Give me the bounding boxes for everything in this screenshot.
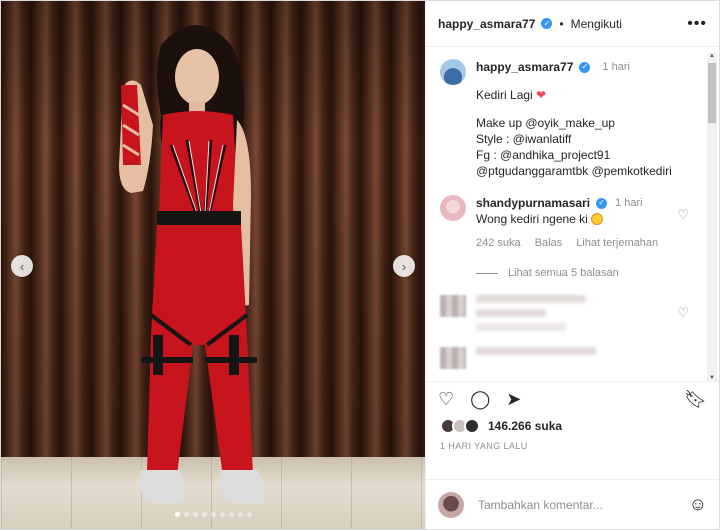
carousel-indicator — [1, 512, 425, 517]
carousel-dot — [192, 512, 198, 517]
avatar[interactable] — [440, 59, 466, 85]
verified-badge-icon: ✓ — [579, 61, 591, 73]
heart-outline-icon[interactable]: ♡ — [438, 390, 454, 408]
avatar — [440, 295, 466, 317]
post-side-panel: happy_asmara77 ✓ • Mengikuti ••• happy_a… — [425, 1, 719, 529]
likes-summary[interactable]: 146.266 suka — [426, 415, 719, 437]
carousel-dot — [246, 512, 252, 517]
carousel-dot — [183, 512, 189, 517]
scrollbar-thumb[interactable] — [708, 63, 716, 123]
heart-outline-icon[interactable]: ♡ — [677, 305, 689, 321]
scroll-down-icon[interactable]: ▼ — [708, 375, 716, 381]
comment-username[interactable]: shandypurnamasari — [476, 195, 590, 211]
avatar[interactable] — [440, 195, 466, 221]
bookmark-icon[interactable]: 🔖︎ — [684, 390, 707, 408]
previous-arrow-icon[interactable]: ‹ — [11, 255, 33, 277]
person-figure — [119, 25, 265, 503]
comment-text: Wong kediri ngene ki — [476, 212, 588, 226]
carousel-dot — [201, 512, 207, 517]
comment-time[interactable]: 1 hari — [615, 195, 643, 211]
heart-emoji-icon: ❤ — [536, 88, 547, 102]
carousel-dot — [237, 512, 243, 517]
reply-button[interactable]: Balas — [535, 235, 563, 251]
comment-input[interactable] — [478, 497, 675, 512]
caption-line: Make up @oyik_make_up — [476, 116, 615, 130]
post-caption: happy_asmara77 ✓ 1 hari Kediri Lagi ❤ Ma… — [440, 59, 703, 179]
caption-line: Kediri Lagi — [476, 88, 533, 102]
add-comment-bar: ☺ — [426, 479, 719, 529]
verified-badge-icon: ✓ — [596, 197, 608, 209]
more-dots-icon[interactable]: ••• — [687, 15, 707, 33]
blurred-comment — [440, 347, 703, 369]
comment-bubble-icon[interactable]: ◯ — [470, 390, 490, 408]
avatar — [438, 491, 464, 518]
post-photo[interactable]: ‹ › — [1, 1, 425, 529]
carousel-dot — [219, 512, 225, 517]
verified-badge-icon: ✓ — [541, 18, 553, 29]
view-replies-button[interactable]: Lihat semua 5 balasan — [476, 267, 703, 279]
following-button[interactable]: Mengikuti — [571, 17, 622, 31]
comment-likes[interactable]: 242 suka — [476, 235, 521, 251]
caption-line: @ptgudanggaramtbk @pemkotkediri — [476, 164, 672, 178]
translate-button[interactable]: Lihat terjemahan — [576, 235, 658, 251]
scroll-up-icon[interactable]: ▲ — [708, 53, 716, 59]
comment-item: shandypurnamasari ✓ 1 hari Wong kediri n… — [440, 195, 703, 251]
share-paper-plane-icon[interactable]: ➤ — [506, 390, 521, 408]
smiling-face-emoji-icon — [591, 213, 604, 225]
avatar — [464, 418, 480, 434]
carousel-dot — [210, 512, 216, 517]
carousel-dot — [174, 512, 180, 517]
blurred-comment: ♡ — [440, 295, 703, 331]
avatar — [440, 347, 466, 369]
header-username[interactable]: happy_asmara77 — [438, 17, 535, 31]
heart-outline-icon[interactable]: ♡ — [677, 207, 689, 223]
caption-username[interactable]: happy_asmara77 — [476, 59, 573, 75]
carousel-dot — [228, 512, 234, 517]
post-header: happy_asmara77 ✓ • Mengikuti ••• — [426, 1, 719, 47]
caption-time[interactable]: 1 hari — [602, 59, 630, 75]
view-replies-label: Lihat semua 5 balasan — [508, 267, 619, 279]
caption-line: Style : @iwanlatiff — [476, 132, 572, 146]
next-arrow-icon[interactable]: › — [393, 255, 415, 277]
post-date[interactable]: 1 HARI YANG LALU — [426, 437, 719, 461]
likes-count[interactable]: 146.266 suka — [488, 419, 562, 433]
header-separator: • — [559, 16, 564, 31]
emoji-smiley-icon[interactable]: ☺ — [689, 494, 707, 515]
caption-line: Fg : @andhika_project91 — [476, 148, 611, 162]
post-container: ‹ › happy_asmara77 ✓ • Mengikuti ••• hap… — [0, 0, 720, 530]
comments-list[interactable]: happy_asmara77 ✓ 1 hari Kediri Lagi ❤ Ma… — [426, 47, 719, 381]
comments-scrollbar[interactable]: ▲ ▼ — [707, 53, 717, 381]
post-actions: ♡ ◯ ➤ 🔖︎ — [426, 381, 719, 415]
